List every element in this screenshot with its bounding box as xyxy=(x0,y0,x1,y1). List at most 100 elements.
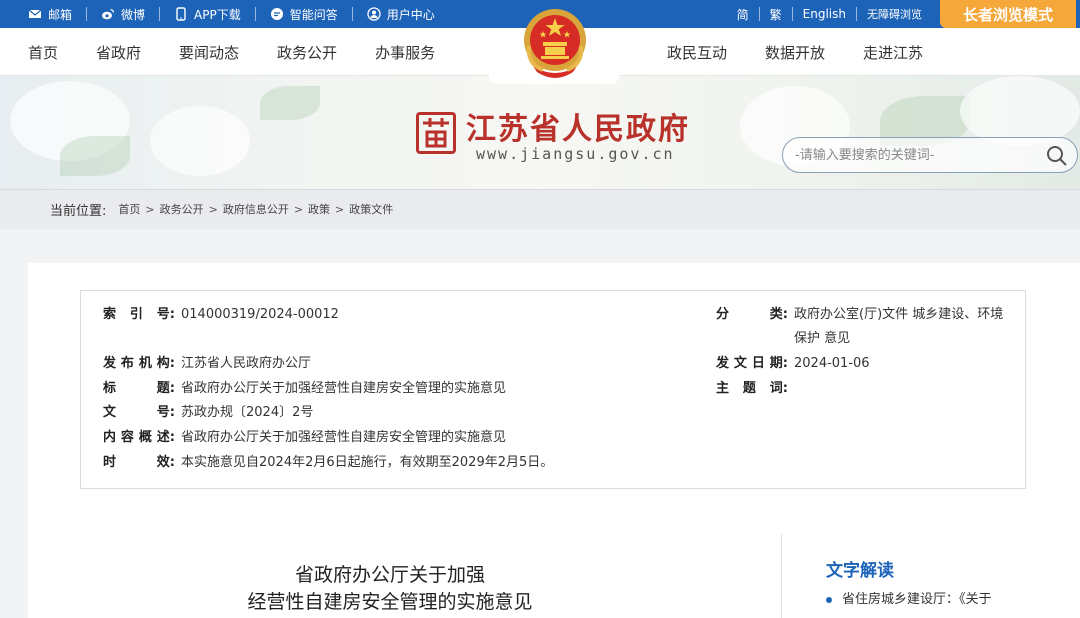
mail-link[interactable]: 邮箱 xyxy=(28,6,72,23)
breadcrumb-separator-icon: > xyxy=(208,202,218,216)
meta-value-issuer: 江苏省人民政府办公厅 xyxy=(181,356,312,371)
main-nav-right: 政民互动 数据开放 走进江苏 xyxy=(667,28,961,76)
smart-qa-label: 智能问答 xyxy=(289,7,338,22)
meta-value-category-line: 政府办公室(厅)文件 城乡建设、环境 xyxy=(794,307,1004,322)
document-title-line: 省政府办公厅关于加强 xyxy=(294,564,485,586)
meta-row-number: 文号: 苏政办规〔2024〕2号 xyxy=(103,401,313,425)
elder-mode-button[interactable]: 长者浏览模式 xyxy=(940,0,1076,28)
meta-value-summary: 省政府办公厅关于加强经营性自建房安全管理的实施意见 xyxy=(181,430,507,445)
user-icon xyxy=(367,7,381,21)
user-center-link[interactable]: 用户中心 xyxy=(367,6,435,23)
banner-decoration xyxy=(150,106,250,176)
nav-services[interactable]: 办事服务 xyxy=(375,42,435,63)
mail-link-label: 邮箱 xyxy=(48,7,73,22)
site-name[interactable]: 江苏省人民政府 xyxy=(466,104,690,148)
nav-home[interactable]: 首页 xyxy=(28,42,58,63)
meta-row-title: 标题: 省政府办公厅关于加强经营性自建房安全管理的实施意见 xyxy=(103,377,506,401)
site-url: www.jiangsu.gov.cn xyxy=(476,145,675,163)
breadcrumb-item[interactable]: 政府信息公开 xyxy=(223,201,289,217)
accessible-browse-link[interactable]: 无障碍浏览 xyxy=(867,6,922,22)
meta-value-category-line: 保护 意见 xyxy=(794,331,851,346)
breadcrumb-bar: 当前位置: 首页 > 政务公开 > 政府信息公开 > 政策 > 政策文件 xyxy=(0,189,1080,229)
nav-gov-affairs[interactable]: 政务公开 xyxy=(277,42,337,63)
meta-row-category: 分类: 政府办公室(厅)文件 城乡建设、环境 保护 意见 xyxy=(716,303,1003,351)
document-metadata-table: 索引号: 014000319/2024-00012 分类: 政府办公室(厅)文件… xyxy=(80,290,1026,489)
interpretation-link-label: 省住房城乡建设厅：《关于 xyxy=(842,592,992,607)
divider xyxy=(254,7,256,21)
divider xyxy=(758,7,760,21)
meta-value-effect: 本实施意见自2024年2月6日起施行，有效期至2029年2月5日。 xyxy=(181,455,554,470)
top-bar-links: 邮箱 微博 APP下载 智能问答 用户中心 xyxy=(28,0,449,28)
weibo-link-label: 微博 xyxy=(121,7,146,22)
banner-decoration xyxy=(260,86,320,120)
meta-row-issuer: 发布机构: 江苏省人民政府办公厅 xyxy=(103,352,311,376)
meta-row-effect: 时效: 本实施意见自2024年2月6日起施行，有效期至2029年2月5日。 xyxy=(103,451,553,475)
meta-value-date: 2024-01-06 xyxy=(794,356,870,371)
breadcrumb-item[interactable]: 政务公开 xyxy=(160,201,204,217)
search-icon[interactable] xyxy=(1045,144,1069,168)
breadcrumb: 当前位置: 首页 > 政务公开 > 政府信息公开 > 政策 > 政策文件 xyxy=(50,190,393,228)
meta-row-subject: 主题词: xyxy=(716,377,794,401)
weibo-link[interactable]: 微博 xyxy=(101,6,145,23)
bullet-icon xyxy=(826,597,832,603)
divider xyxy=(351,7,353,21)
breadcrumb-label: 当前位置: xyxy=(50,203,107,219)
traditional-chinese-link[interactable]: 繁 xyxy=(770,6,782,23)
national-emblem-icon[interactable] xyxy=(521,6,589,80)
search-box xyxy=(782,137,1078,173)
breadcrumb-separator-icon: > xyxy=(335,202,345,216)
chat-icon xyxy=(270,8,283,20)
meta-value-index: 014000319/2024-00012 xyxy=(181,307,339,322)
breadcrumb-separator-icon: > xyxy=(293,202,304,216)
meta-label: 分类: xyxy=(716,307,788,322)
nav-provincial-gov[interactable]: 省政府 xyxy=(96,42,141,63)
smart-qa-link[interactable]: 智能问答 xyxy=(270,6,338,23)
site-logo[interactable] xyxy=(416,112,456,154)
breadcrumb-item[interactable]: 政策 xyxy=(308,201,330,217)
nav-interaction[interactable]: 政民互动 xyxy=(667,42,727,63)
document-title-line: 经营性自建房安全管理的实施意见 xyxy=(247,591,533,613)
user-center-label: 用户中心 xyxy=(386,7,435,22)
top-bar-right: 简 繁 English 无障碍浏览 xyxy=(727,0,932,28)
banner-decoration xyxy=(960,76,1080,146)
meta-label: 内容概述: xyxy=(103,430,175,445)
app-download-label: APP下载 xyxy=(194,7,241,22)
meta-label: 主题词: xyxy=(716,381,788,396)
meta-label: 发布机构: xyxy=(103,356,175,371)
breadcrumb-item[interactable]: 首页 xyxy=(118,201,140,217)
document-title: 省政府办公厅关于加强 经营性自建房安全管理的实施意见 xyxy=(170,562,610,616)
meta-row-date: 发文日期: 2024-01-06 xyxy=(716,352,870,376)
meta-label: 发文日期: xyxy=(716,356,788,371)
app-download-link[interactable]: APP下载 xyxy=(174,6,241,23)
meta-value-number: 苏政办规〔2024〕2号 xyxy=(181,405,314,420)
breadcrumb-separator-icon: > xyxy=(145,202,155,216)
phone-icon xyxy=(176,7,186,21)
meta-label: 标题: xyxy=(103,381,175,396)
search-input[interactable] xyxy=(795,145,1035,165)
mail-icon xyxy=(28,9,42,18)
nav-news[interactable]: 要闻动态 xyxy=(179,42,239,63)
breadcrumb-item[interactable]: 政策文件 xyxy=(349,201,393,217)
jiangsu-logo-icon xyxy=(423,118,449,148)
meta-row-index: 索引号: 014000319/2024-00012 xyxy=(103,303,339,327)
banner-decoration xyxy=(60,136,130,176)
meta-row-summary: 内容概述: 省政府办公厅关于加强经营性自建房安全管理的实施意见 xyxy=(103,426,506,450)
content-divider xyxy=(781,534,782,618)
meta-label: 文号: xyxy=(103,405,175,420)
nav-about-jiangsu[interactable]: 走进江苏 xyxy=(863,42,923,63)
meta-label: 时效: xyxy=(103,455,175,470)
meta-label: 索引号: xyxy=(103,307,175,322)
interpretation-heading: 文字解读 xyxy=(826,561,894,581)
nav-open-data[interactable]: 数据开放 xyxy=(765,42,825,63)
divider xyxy=(86,7,88,21)
meta-value-category: 政府办公室(厅)文件 城乡建设、环境 保护 意见 xyxy=(794,303,1003,351)
simplified-chinese-link[interactable]: 简 xyxy=(737,6,749,23)
divider xyxy=(856,7,857,21)
meta-value-title: 省政府办公厅关于加强经营性自建房安全管理的实施意见 xyxy=(181,381,507,396)
divider xyxy=(159,7,161,21)
english-link[interactable]: English xyxy=(803,7,846,21)
main-nav-left: 首页 省政府 要闻动态 政务公开 办事服务 xyxy=(28,28,473,76)
interpretation-link[interactable]: 省住房城乡建设厅：《关于 xyxy=(826,589,1026,611)
weibo-icon xyxy=(102,8,115,20)
divider xyxy=(791,7,793,21)
